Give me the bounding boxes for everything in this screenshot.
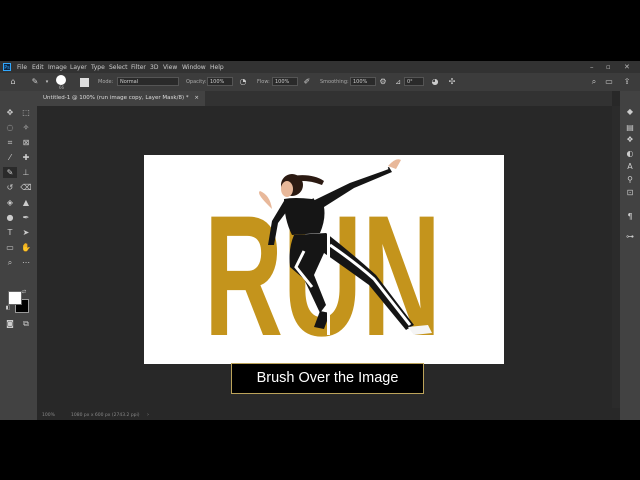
default-colors-icon[interactable]: ◧: [4, 303, 12, 314]
paint-bucket-tool-icon[interactable]: ◈: [3, 197, 17, 208]
document-info: 1080 px x 600 px (2743.2 ppi): [71, 413, 140, 418]
stamp-tool-icon[interactable]: ⊥: [19, 167, 33, 178]
menu-image[interactable]: Image: [48, 64, 67, 71]
angle-input[interactable]: 0°: [404, 77, 424, 86]
opacity-input[interactable]: 100%: [207, 77, 233, 86]
brush-tool-active-icon[interactable]: ✎: [3, 167, 17, 178]
crop-tool-icon[interactable]: ⌗: [3, 137, 17, 148]
menu-bar: Ps File Edit Image Layer Type Select Fil…: [0, 61, 640, 73]
menu-window[interactable]: Window: [182, 64, 206, 71]
zoom-tool-icon[interactable]: ⌕: [3, 257, 17, 268]
path-select-tool-icon[interactable]: ➤: [19, 227, 33, 238]
type-tool-icon[interactable]: T: [3, 227, 17, 238]
tab-close-icon[interactable]: ×: [194, 95, 199, 101]
libraries-panel-icon[interactable]: ⊶: [624, 232, 636, 242]
brush-cursor-line: [327, 215, 330, 335]
flow-label: Flow:: [257, 79, 270, 85]
home-icon[interactable]: ⌂: [8, 77, 18, 87]
pen-tool-icon[interactable]: ✒: [19, 212, 33, 223]
healing-tool-icon[interactable]: ✚: [19, 152, 33, 163]
brush-size-value: 66: [59, 85, 65, 90]
vertical-scrollbar[interactable]: [612, 106, 620, 408]
status-bar: 100% 1080 px x 600 px (2743.2 ppi) ›: [37, 411, 620, 420]
photoshop-logo: Ps: [3, 63, 11, 71]
eraser-tool-icon[interactable]: ⌫: [19, 182, 33, 193]
menu-help[interactable]: Help: [210, 64, 224, 71]
frame-tool-icon[interactable]: ⊠: [19, 137, 33, 148]
close-icon[interactable]: ✕: [624, 63, 630, 71]
menu-file[interactable]: File: [17, 64, 27, 71]
hand-tool-icon[interactable]: ✋: [19, 242, 33, 253]
angle-icon: ⊿: [395, 78, 401, 86]
eyedropper-tool-icon[interactable]: ⁄: [3, 152, 17, 163]
brush-tool-icon[interactable]: ✎: [30, 77, 40, 87]
mode-label: Mode:: [98, 79, 114, 85]
panels-strip: ◆ ▤ ❖ ◐ A ⚲ ⊡ ¶ ⊶: [620, 91, 640, 420]
channels-panel-icon[interactable]: ▤: [624, 123, 636, 133]
shape-tool-icon[interactable]: ▭: [3, 242, 17, 253]
move-tool-icon[interactable]: ✥: [3, 107, 17, 118]
character-panel-icon[interactable]: A: [624, 162, 636, 172]
color-panel-icon[interactable]: ◐: [624, 149, 636, 159]
swap-colors-icon[interactable]: ⇄: [20, 287, 28, 298]
menu-filter[interactable]: Filter: [131, 64, 146, 71]
more-tools-icon[interactable]: ⋯: [19, 257, 33, 268]
properties-panel-icon[interactable]: ⊡: [624, 188, 636, 198]
pressure-opacity-icon[interactable]: ◔: [238, 77, 248, 87]
adjustments-panel-icon[interactable]: ⚲: [624, 175, 636, 185]
status-arrow-icon[interactable]: ›: [147, 411, 149, 420]
screen-mode-icon[interactable]: ⧉: [19, 318, 33, 329]
smoothing-label: Smoothing:: [320, 79, 349, 85]
menu-select[interactable]: Select: [109, 64, 128, 71]
lasso-tool-icon[interactable]: ◌: [3, 122, 17, 133]
quick-select-tool-icon[interactable]: ✧: [19, 122, 33, 133]
marquee-tool-icon[interactable]: ⬚: [19, 107, 33, 118]
document-tab[interactable]: Untitled-1 @ 100% (run image copy, Layer…: [37, 91, 205, 106]
zoom-level[interactable]: 100%: [42, 411, 55, 420]
dodge-tool-icon[interactable]: ●: [3, 212, 17, 223]
share-icon[interactable]: ⇪: [622, 77, 632, 87]
document-tab-bar: Untitled-1 @ 100% (run image copy, Layer…: [37, 91, 612, 106]
history-brush-tool-icon[interactable]: ↺: [3, 182, 17, 193]
video-caption: Brush Over the Image: [231, 363, 424, 394]
flow-input[interactable]: 100%: [272, 77, 298, 86]
brush-settings-icon[interactable]: [80, 78, 89, 87]
run-artwork: RUN: [204, 159, 441, 364]
pressure-size-icon[interactable]: ◕: [430, 77, 440, 87]
paths-panel-icon[interactable]: ❖: [624, 135, 636, 145]
symmetry-icon[interactable]: ✣: [447, 77, 457, 87]
document-tab-title: Untitled-1 @ 100% (run image copy, Layer…: [43, 95, 189, 101]
smoothing-settings-icon[interactable]: ⚙: [378, 77, 388, 87]
paragraph-panel-icon[interactable]: ¶: [624, 212, 636, 222]
blur-tool-icon[interactable]: ▲: [19, 197, 33, 208]
menu-edit[interactable]: Edit: [32, 64, 44, 71]
tools-panel: ✥ ⬚ ◌ ✧ ⌗ ⊠ ⁄ ✚ ✎ ⊥ ↺ ⌫ ◈ ▲ ● ✒ T ➤ ▭ ✋ …: [0, 91, 37, 420]
menu-3d[interactable]: 3D: [150, 64, 158, 71]
chevron-down-icon[interactable]: ▾: [42, 77, 52, 87]
options-bar: ⌂ ✎ ▾ 66 Mode: Normal Opacity: 100% ◔ Fl…: [0, 73, 640, 91]
mode-select[interactable]: Normal: [117, 77, 179, 86]
quick-mask-icon[interactable]: ◙: [3, 318, 17, 329]
airbrush-icon[interactable]: ✐: [302, 77, 312, 87]
document-canvas[interactable]: RUN: [144, 155, 504, 364]
workspace-icon[interactable]: ▭: [604, 77, 614, 87]
search-icon[interactable]: ⌕: [589, 77, 599, 87]
opacity-label: Opacity:: [186, 79, 207, 85]
layers-panel-icon[interactable]: ◆: [624, 107, 636, 117]
menu-view[interactable]: View: [163, 64, 177, 71]
smoothing-input[interactable]: 100%: [350, 77, 376, 86]
restore-icon[interactable]: ▫: [606, 63, 611, 71]
menu-type[interactable]: Type: [91, 64, 105, 71]
minimize-icon[interactable]: –: [590, 63, 594, 71]
brush-preset-picker[interactable]: [56, 75, 66, 85]
menu-layer[interactable]: Layer: [70, 64, 87, 71]
